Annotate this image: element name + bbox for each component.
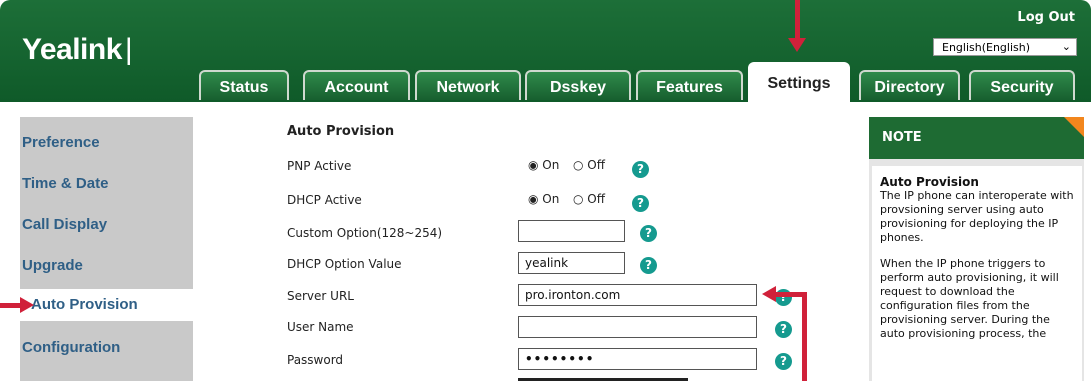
note-paragraph-2: When the IP phone triggers to perform au… bbox=[880, 257, 1059, 340]
sidebar-item-upgrade[interactable]: Upgrade bbox=[22, 257, 83, 274]
tab-settings[interactable]: Settings bbox=[748, 62, 850, 104]
custom-option-help-icon[interactable]: ? bbox=[640, 225, 657, 242]
password-label: Password bbox=[287, 353, 344, 367]
tab-features[interactable]: Features bbox=[636, 70, 743, 100]
server-url-input[interactable]: pro.ironton.com bbox=[518, 284, 757, 306]
tab-status[interactable]: Status bbox=[199, 70, 289, 100]
user-name-input[interactable] bbox=[518, 316, 757, 338]
dhcp-option-help-icon[interactable]: ? bbox=[640, 257, 657, 274]
pnp-off-radio[interactable]: ○ Off bbox=[573, 158, 605, 172]
dhcp-option-label: DHCP Option Value bbox=[287, 257, 402, 271]
user-name-help-icon[interactable]: ? bbox=[775, 321, 792, 338]
yealink-logo: Yealink | bbox=[22, 33, 133, 66]
server-url-label: Server URL bbox=[287, 289, 354, 303]
note-title: Auto Provision bbox=[880, 175, 979, 189]
tab-account[interactable]: Account bbox=[303, 70, 410, 100]
sidebar-item-configuration[interactable]: Configuration bbox=[22, 339, 120, 356]
pnp-on-radio[interactable]: ◉ On bbox=[528, 158, 559, 172]
note-body: Auto Provision The IP phone can interope… bbox=[872, 166, 1082, 381]
dhcp-off-radio[interactable]: ○ Off bbox=[573, 192, 605, 206]
note-header: NOTE bbox=[869, 117, 1084, 159]
tab-network[interactable]: Network bbox=[415, 70, 521, 100]
tab-directory[interactable]: Directory bbox=[859, 70, 960, 100]
dhcp-option-input[interactable]: yealink bbox=[518, 252, 625, 274]
sidebar-item-call-display[interactable]: Call Display bbox=[22, 216, 107, 233]
chevron-down-icon: ⌄ bbox=[1061, 40, 1071, 53]
pnp-on-label: On bbox=[542, 158, 560, 172]
language-select[interactable]: English(English) ⌄ bbox=[933, 38, 1077, 56]
language-value: English(English) bbox=[942, 41, 1031, 54]
password-help-icon[interactable]: ? bbox=[775, 353, 792, 370]
dhcp-on-label: On bbox=[542, 192, 560, 206]
tab-dsskey[interactable]: Dsskey bbox=[525, 70, 631, 100]
note-paragraph-1: The IP phone can interoperate with provs… bbox=[880, 189, 1074, 244]
dhcp-help-icon[interactable]: ? bbox=[632, 195, 649, 212]
dhcp-on-radio[interactable]: ◉ On bbox=[528, 192, 559, 206]
pnp-active-label: PNP Active bbox=[287, 159, 352, 173]
sidebar-item-preference[interactable]: Preference bbox=[22, 134, 100, 151]
dhcp-off-label: Off bbox=[587, 192, 606, 206]
sidebar-item-auto-provision[interactable]: Auto Provision bbox=[16, 289, 201, 321]
user-name-label: User Name bbox=[287, 320, 354, 334]
custom-option-input[interactable] bbox=[518, 220, 625, 242]
section-title: Auto Provision bbox=[287, 124, 395, 139]
pnp-off-label: Off bbox=[587, 158, 606, 172]
password-input[interactable]: •••••••• bbox=[518, 348, 757, 370]
logo-text: Yealink bbox=[22, 33, 122, 66]
note-corner-icon bbox=[1064, 117, 1084, 137]
dhcp-active-label: DHCP Active bbox=[287, 193, 362, 207]
pnp-help-icon[interactable]: ? bbox=[632, 161, 649, 178]
sidebar-item-time-date[interactable]: Time & Date bbox=[22, 175, 108, 192]
logout-link[interactable]: Log Out bbox=[1017, 10, 1075, 25]
tab-security[interactable]: Security bbox=[969, 70, 1075, 100]
custom-option-label: Custom Option(128~254) bbox=[287, 226, 443, 240]
